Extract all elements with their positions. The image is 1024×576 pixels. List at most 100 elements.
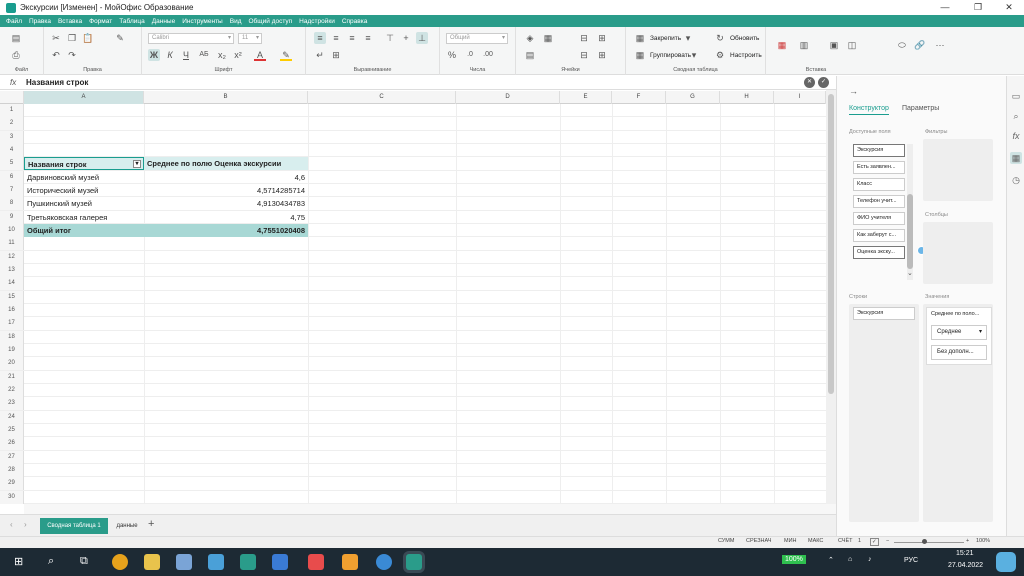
paste-icon[interactable]: 📋 — [82, 32, 94, 44]
zoom-level[interactable]: 100% — [976, 538, 990, 544]
filter-dropdown-icon[interactable]: ▾ — [133, 160, 141, 169]
weather-icon[interactable] — [996, 552, 1016, 572]
row-number[interactable]: 28 — [0, 464, 24, 477]
menu-tools[interactable]: Инструменты — [182, 18, 223, 25]
chevron-up-icon[interactable]: ⌃ — [828, 556, 834, 564]
cut-icon[interactable]: ✂ — [50, 32, 62, 44]
file-explorer-icon[interactable] — [144, 554, 160, 570]
row-number[interactable]: 13 — [0, 264, 24, 277]
row-number[interactable]: 14 — [0, 277, 24, 291]
row-field-item[interactable]: Экскурсия — [853, 307, 915, 320]
field-item[interactable]: ФИО учителя — [853, 212, 905, 225]
underline-icon[interactable]: Ч — [180, 49, 192, 61]
row-number[interactable]: 5 — [0, 157, 24, 171]
font-size-select[interactable]: 11 ▾ — [238, 33, 262, 44]
zoom-slider[interactable] — [894, 542, 964, 543]
decimal-increase-icon[interactable]: .0 — [464, 49, 476, 61]
menu-edit[interactable]: Правка — [29, 18, 51, 25]
row-number[interactable]: 2 — [0, 117, 24, 131]
row-number[interactable]: 16 — [0, 304, 24, 317]
image-icon[interactable]: ▣ — [828, 39, 840, 51]
menu-table[interactable]: Таблица — [119, 18, 145, 25]
pivot-row-label[interactable]: Дарвиновский музей — [24, 171, 144, 184]
row-number[interactable]: 26 — [0, 437, 24, 451]
pivot-settings-button[interactable]: Настроить — [730, 52, 762, 59]
app-icon[interactable] — [240, 554, 256, 570]
field-item[interactable]: Телефон учит... — [853, 195, 905, 208]
aggregation-select[interactable]: Среднее ▾ — [931, 325, 987, 340]
text-box-icon[interactable]: ◫ — [846, 39, 858, 51]
pivot-header-values[interactable]: Среднее по полю Оценка экскурсии — [144, 157, 308, 171]
freeze-button[interactable]: Закрепить — [650, 35, 681, 42]
column-header-h[interactable]: H — [720, 91, 774, 104]
pivot-row-value[interactable]: 4,9130434783 — [144, 197, 308, 210]
row-number[interactable]: 9 — [0, 210, 24, 224]
pivot-row-value[interactable]: 4,75 — [144, 211, 308, 224]
zoom-in-icon[interactable]: + — [966, 538, 969, 544]
pivot-row-label[interactable]: Третьяковская галерея — [24, 211, 144, 224]
field-item[interactable]: Класс — [853, 178, 905, 191]
function-icon[interactable]: fx — [10, 78, 16, 87]
row-number[interactable]: 3 — [0, 130, 24, 144]
app-icon[interactable] — [376, 554, 392, 570]
insert-column-icon[interactable]: ⊞ — [596, 32, 608, 44]
cell-style-icon[interactable]: ▤ — [524, 49, 536, 61]
chevron-down-icon[interactable]: ▾ — [682, 32, 694, 44]
vertical-scrollbar[interactable] — [826, 90, 836, 504]
align-center-icon[interactable]: ≡ — [330, 32, 342, 44]
row-number[interactable]: 30 — [0, 490, 24, 504]
field-item[interactable]: Оценка экску... — [853, 246, 905, 259]
value-field-card[interactable]: Среднее по поло... Среднее ▾ Без дополн..… — [926, 307, 992, 365]
delete-column-icon[interactable]: ⊞ — [596, 49, 608, 61]
bold-icon[interactable]: Ж — [148, 49, 160, 61]
column-header-c[interactable]: C — [308, 91, 456, 104]
delete-row-icon[interactable]: ⊟ — [578, 49, 590, 61]
column-header-g[interactable]: G — [666, 91, 720, 104]
row-number[interactable]: 29 — [0, 477, 24, 491]
pivot-row-value[interactable]: 4,5714285714 — [144, 184, 308, 197]
app-icon[interactable] — [176, 554, 192, 570]
row-number[interactable]: 22 — [0, 384, 24, 397]
shape-icon[interactable]: ⬭ — [896, 39, 908, 51]
tab-constructor[interactable]: Конструктор — [849, 105, 889, 115]
column-header-b[interactable]: B — [144, 91, 308, 104]
sheet-tab-data[interactable]: данные — [112, 518, 142, 534]
clock-time[interactable]: 15:21 — [956, 550, 974, 557]
align-left-icon[interactable]: ≡ — [314, 32, 326, 44]
chevron-down-icon[interactable]: ⌄ — [907, 269, 913, 277]
formula-value[interactable]: Названия строк — [26, 78, 88, 87]
row-number[interactable]: 20 — [0, 357, 24, 371]
row-number[interactable]: 18 — [0, 330, 24, 344]
column-header-d[interactable]: D — [456, 91, 560, 104]
chevron-left-icon[interactable]: ‹ — [10, 520, 13, 529]
valign-top-icon[interactable]: ⊤ — [384, 32, 396, 44]
wrap-text-icon[interactable]: ↵ — [314, 49, 326, 61]
print-icon[interactable]: ⎙ — [10, 49, 22, 61]
menu-addons[interactable]: Надстройки — [299, 18, 335, 25]
zoom-out-icon[interactable]: − — [886, 538, 889, 544]
row-number[interactable]: 24 — [0, 410, 24, 424]
row-number[interactable]: 4 — [0, 144, 24, 157]
italic-icon[interactable]: К — [164, 49, 176, 61]
row-number[interactable]: 21 — [0, 370, 24, 384]
number-format-select[interactable]: Общий ▾ — [446, 33, 508, 44]
row-number[interactable]: 1 — [0, 104, 24, 117]
menu-file[interactable]: Файл — [6, 18, 22, 25]
toggle-stats-icon[interactable]: ✓ — [870, 538, 879, 546]
table-insert-icon[interactable]: ▦ — [776, 39, 788, 51]
app-icon[interactable] — [342, 554, 358, 570]
row-number[interactable]: 7 — [0, 184, 24, 197]
confirm-edit-icon[interactable]: ✓ — [818, 77, 829, 88]
minimize-button[interactable]: — — [930, 0, 960, 15]
clock-date[interactable]: 27.04.2022 — [948, 562, 983, 569]
language-indicator[interactable]: РУС — [904, 557, 918, 564]
add-sheet-button[interactable]: + — [148, 518, 154, 530]
pivot-row-value[interactable]: 4,6 — [144, 171, 308, 184]
chart-icon[interactable]: ▥ — [798, 39, 810, 51]
close-button[interactable]: ✕ — [994, 0, 1024, 15]
decimal-decrease-icon[interactable]: .00 — [482, 49, 494, 61]
chevron-right-icon[interactable]: › — [24, 520, 27, 529]
filters-drop-zone[interactable] — [923, 139, 993, 201]
valign-middle-icon[interactable]: + — [400, 32, 412, 44]
pivot-total-value[interactable]: 4,7551020408 — [144, 224, 308, 237]
